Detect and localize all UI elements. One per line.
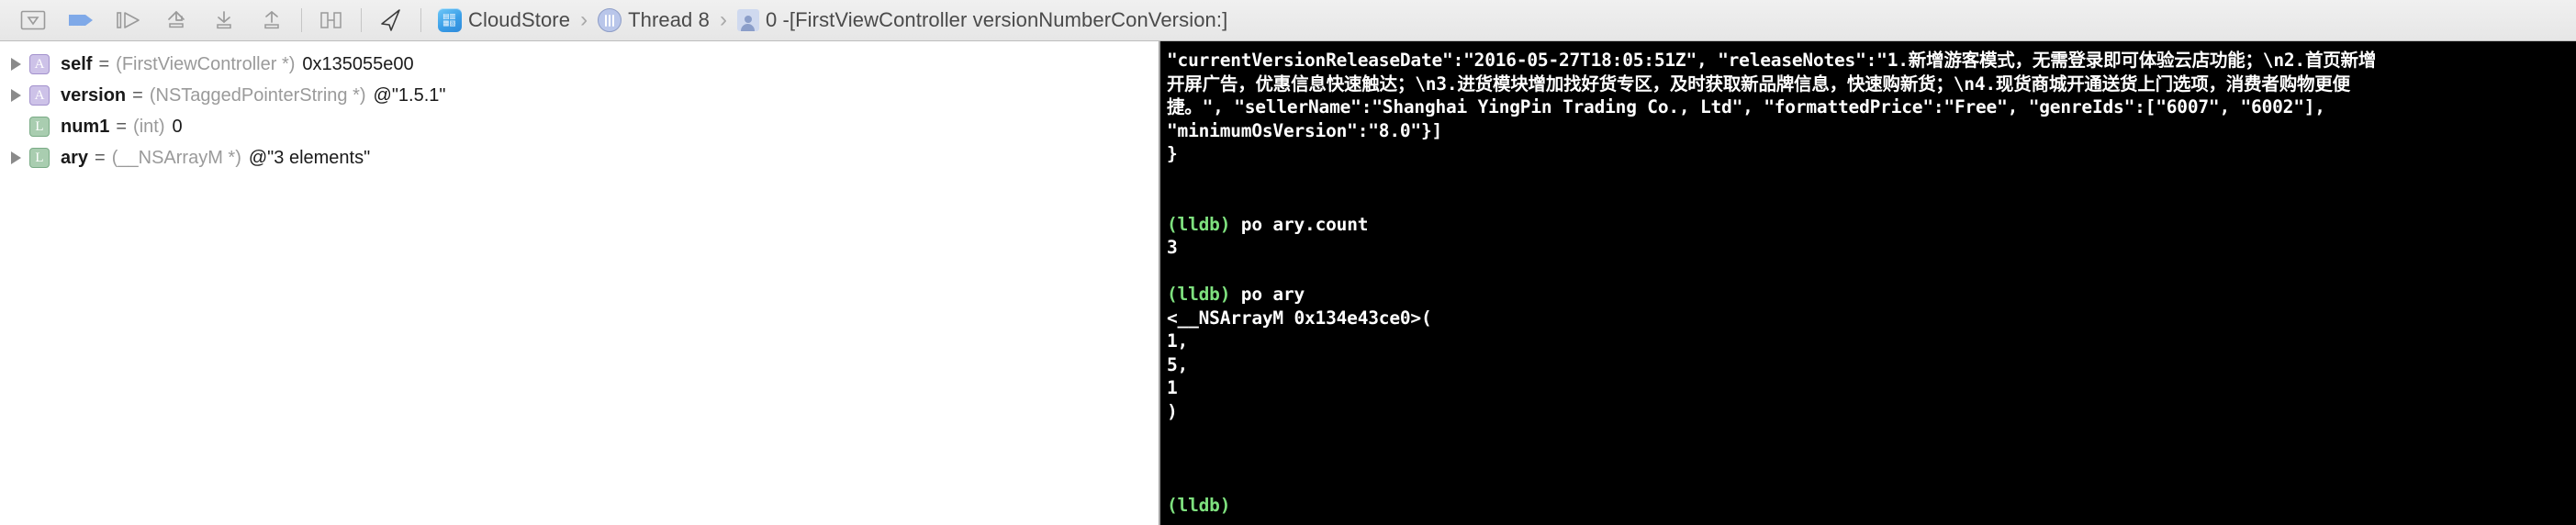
console-output-line	[1167, 189, 2576, 213]
console-output-line	[1167, 447, 2576, 471]
disclosure-triangle-icon[interactable]	[6, 49, 26, 80]
variable-value: 0	[172, 116, 183, 137]
lldb-prompt: (lldb)	[1167, 494, 1231, 516]
console-output-line	[1167, 470, 2576, 494]
disclosure-triangle-icon[interactable]	[6, 80, 26, 111]
step-out-alt-button[interactable]	[248, 4, 296, 37]
lldb-prompt: (lldb)	[1167, 284, 1231, 305]
variable-value: @"1.5.1"	[373, 84, 446, 106]
variable-equals: =	[95, 147, 106, 168]
disclosure-placeholder	[6, 111, 26, 142]
variable-type: (__NSArrayM *)	[111, 147, 241, 168]
step-out-button[interactable]	[200, 4, 248, 37]
pane-divider-handle[interactable]	[1159, 41, 1160, 525]
cloudstore-app-icon: ▤▥ ▦▧	[438, 8, 462, 32]
local-badge-icon: L	[29, 117, 50, 137]
continue-program-icon	[69, 15, 93, 26]
console-output-line: }	[1167, 143, 1178, 164]
variable-name: self	[61, 53, 93, 74]
console-output-line	[1167, 423, 2576, 447]
breadcrumb-thread-label: Thread 8	[628, 8, 710, 31]
console-output-line: )	[1167, 400, 1178, 422]
breadcrumb-item-thread[interactable]: Thread 8	[596, 6, 711, 34]
toolbar-divider-3	[420, 8, 421, 32]
console-output-line: 1	[1167, 377, 1178, 398]
breadcrumb-item-frame[interactable]: 0 -[FirstViewController versionNumberCon…	[735, 6, 1229, 34]
console-command-line: (lldb)	[1167, 494, 2576, 518]
view-hierarchy-icon	[320, 12, 342, 28]
debug-toolbar: ▤▥ ▦▧ CloudStore › Thread 8 › 0 -[FirstVi…	[0, 0, 2576, 41]
debug-view-hierarchy-button[interactable]	[308, 4, 355, 37]
location-arrow-icon	[381, 9, 400, 31]
variable-type: (int)	[133, 116, 165, 137]
variable-row-ary[interactable]: L ary = (__NSArrayM *) @"3 elements"	[0, 142, 1159, 173]
variable-name: version	[61, 84, 127, 106]
continue-button[interactable]	[57, 4, 105, 37]
variable-equals: =	[116, 116, 128, 137]
variable-value: 0x135055e00	[302, 53, 414, 74]
console-output-line	[1167, 166, 2576, 190]
step-up-icon	[264, 11, 279, 29]
panel-toggle-icon	[20, 10, 46, 30]
console-command-line: (lldb) po ary	[1167, 283, 2576, 307]
console-output-line: "minimumOsVersion":"8.0"}]	[1167, 119, 1443, 141]
console-command-line: (lldb) po ary.count	[1167, 213, 2576, 237]
lldb-command-text: po ary.count	[1230, 213, 1369, 235]
breadcrumb: ▤▥ ▦▧ CloudStore › Thread 8 › 0 -[FirstVi…	[436, 6, 2576, 34]
variable-row-num1[interactable]: L num1 = (int) 0	[0, 111, 1159, 142]
step-over-button[interactable]	[105, 4, 152, 37]
variable-type: (FirstViewController *)	[116, 53, 296, 74]
variables-view[interactable]: A self = (FirstViewController *) 0x13505…	[0, 41, 1159, 525]
console-output-view[interactable]: isVppDeviceBasedLicensingEnabled":true, …	[1159, 41, 2576, 525]
step-out-icon	[217, 11, 231, 29]
stack-frame-icon	[736, 9, 759, 31]
variable-equals: =	[132, 84, 143, 106]
toolbar-divider	[301, 8, 302, 32]
step-over-icon	[117, 12, 140, 28]
argument-badge-icon: A	[29, 85, 50, 106]
lldb-command-text: po ary	[1230, 284, 1305, 305]
console-output-line: 1,	[1167, 330, 1189, 352]
console-text: isVppDeviceBasedLicensingEnabled":true, …	[1159, 41, 2576, 517]
lldb-prompt: (lldb)	[1167, 213, 1231, 235]
variable-row-version[interactable]: A version = (NSTaggedPointerString *) @"…	[0, 80, 1159, 111]
console-output-line: <__NSArrayM 0x134e43ce0>(	[1167, 307, 1432, 329]
console-output-line: 捷。", "sellerName":"Shanghai YingPin Trad…	[1167, 96, 2325, 117]
variable-row-self[interactable]: A self = (FirstViewController *) 0x13505…	[0, 49, 1159, 80]
variable-value: @"3 elements"	[248, 147, 371, 168]
argument-badge-icon: A	[29, 54, 50, 74]
console-output-line: "currentVersionReleaseDate":"2016-05-27T…	[1167, 50, 2377, 71]
console-output-line: 5,	[1167, 353, 1189, 375]
console-output-line	[1167, 260, 2576, 284]
debug-area: A self = (FirstViewController *) 0x13505…	[0, 41, 2576, 525]
simulate-location-button[interactable]	[367, 4, 415, 37]
breadcrumb-separator-2: ›	[719, 7, 727, 32]
show-hide-navigator-button[interactable]	[9, 4, 57, 37]
local-badge-icon: L	[29, 148, 50, 168]
step-into-icon	[168, 11, 185, 28]
breadcrumb-frame-label: 0 -[FirstViewController versionNumberCon…	[765, 8, 1228, 31]
step-into-button[interactable]	[152, 4, 200, 37]
thread-icon	[598, 8, 622, 32]
variable-name: num1	[61, 116, 110, 137]
variable-name: ary	[61, 147, 89, 168]
disclosure-triangle-icon[interactable]	[6, 142, 26, 173]
console-output-line: 3	[1167, 237, 1178, 258]
toolbar-divider-2	[361, 8, 362, 32]
variable-type: (NSTaggedPointerString *)	[149, 84, 366, 106]
xcode-debug-window: ▤▥ ▦▧ CloudStore › Thread 8 › 0 -[FirstVi…	[0, 0, 2576, 525]
console-output-line: 开屏广告，优惠信息快速触达；\n3.进货模块增加找好货专区，及时获取新品牌信息，…	[1167, 73, 2350, 95]
breadcrumb-project-label: CloudStore	[468, 8, 571, 31]
breadcrumb-separator-1: ›	[580, 7, 588, 32]
variable-equals: =	[98, 53, 110, 74]
breadcrumb-item-project[interactable]: ▤▥ ▦▧ CloudStore	[436, 6, 572, 34]
